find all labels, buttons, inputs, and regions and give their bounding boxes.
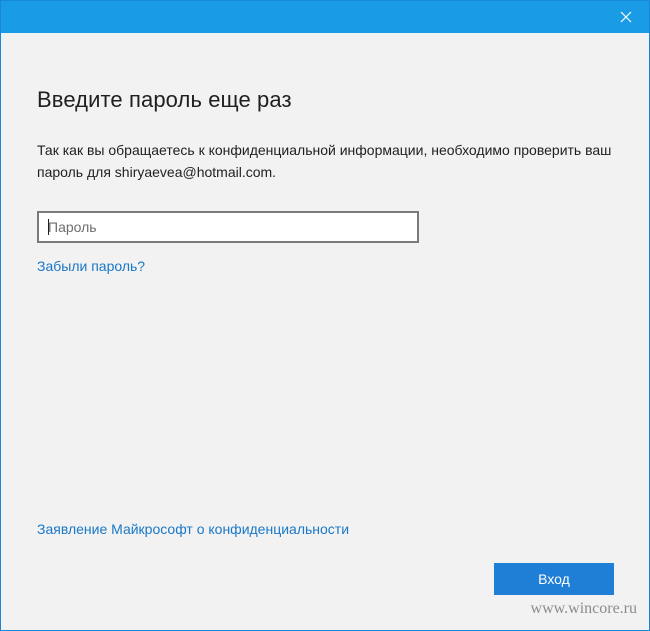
description-text: Так как вы обращаетесь к конфиденциально…: [37, 142, 612, 180]
close-icon: [620, 11, 632, 23]
forgot-password-link[interactable]: Забыли пароль?: [37, 258, 145, 274]
close-button[interactable]: [603, 1, 649, 33]
text-caret: [48, 219, 49, 235]
title-bar[interactable]: [1, 1, 649, 33]
dialog-content: Введите пароль еще раз Так как вы обраща…: [1, 33, 649, 630]
watermark: www.wincore.ru: [530, 600, 637, 617]
page-title: Введите пароль еще раз: [37, 87, 292, 112]
dialog-window: Введите пароль еще раз Так как вы обраща…: [0, 0, 650, 631]
password-input[interactable]: [37, 211, 419, 243]
login-button[interactable]: Вход: [494, 563, 614, 595]
privacy-statement-link[interactable]: Заявление Майкрософт о конфиденциальност…: [37, 521, 349, 537]
